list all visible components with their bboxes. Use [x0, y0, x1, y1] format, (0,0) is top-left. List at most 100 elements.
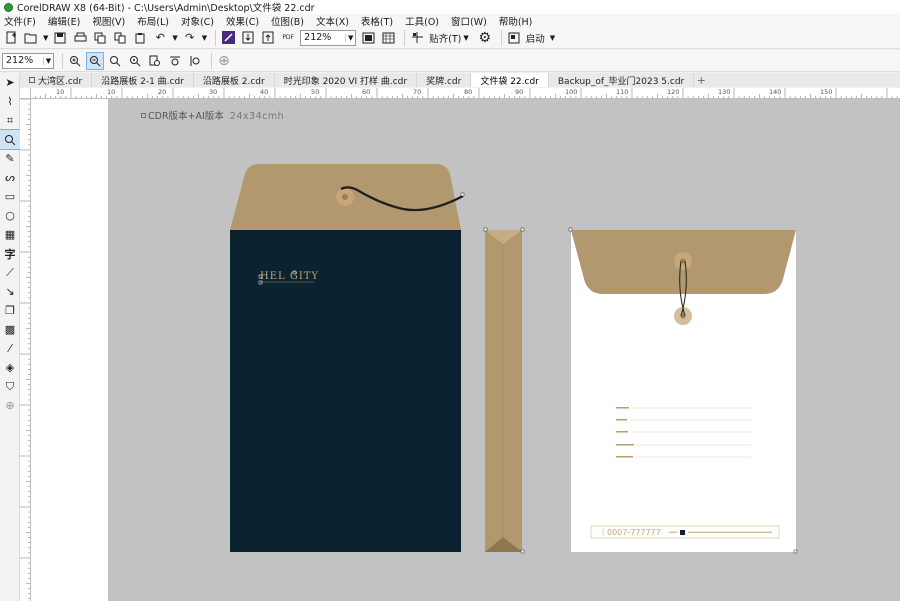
shape-tool-icon[interactable]: ⌇: [0, 92, 20, 111]
chevron-down-icon: ▼: [463, 33, 469, 42]
tab-wenjiandai-22[interactable]: 文件袋 22.cdr: [471, 73, 549, 87]
envelope-gusset[interactable]: [483, 227, 525, 554]
launch-label: 启动: [525, 33, 545, 45]
new-tab-plus-icon[interactable]: +: [694, 73, 708, 87]
crop-tool-icon[interactable]: ⌗: [0, 111, 20, 130]
menu-bitmaps[interactable]: 位图(B): [271, 14, 304, 28]
tab-yanlu-2-1[interactable]: 沿路展板 2-1 曲.cdr: [92, 73, 194, 87]
snap-to-button[interactable]: 贴齐(T) ▼: [429, 31, 469, 45]
menu-table[interactable]: 表格(T): [361, 14, 393, 28]
tab-jiangpai[interactable]: 奖牌.cdr: [417, 73, 472, 87]
tab-backup-biyemen[interactable]: Backup_of_毕业门2023 5.cdr: [549, 73, 695, 87]
artistic-media-tool-icon[interactable]: ᔕ: [0, 168, 20, 187]
smart-fill-tool-icon[interactable]: ⛉: [0, 377, 20, 396]
cut-icon[interactable]: [92, 30, 108, 46]
menu-window[interactable]: 窗口(W): [451, 14, 487, 28]
full-screen-preview-icon[interactable]: [360, 30, 376, 46]
tab-dawanqu[interactable]: 大湾区.cdr: [20, 73, 93, 87]
zoom-level-value: 212%: [304, 32, 332, 43]
menu-text[interactable]: 文本(X): [316, 14, 349, 28]
zoom-to-all-objects-icon[interactable]: [127, 53, 143, 69]
open-folder-icon[interactable]: [23, 30, 39, 46]
ruler-label: 40: [260, 88, 269, 96]
zoom-level-select[interactable]: 212% ▼: [300, 29, 357, 46]
zoom-to-selected-icon[interactable]: [107, 53, 123, 69]
add-plus-icon[interactable]: ⊕: [216, 53, 232, 69]
selection-handle[interactable]: [568, 227, 573, 232]
envelope-front[interactable]: HEL GITY: [230, 164, 465, 552]
add-tool-plus-icon[interactable]: ⊕: [0, 396, 20, 415]
ruler-label: 10: [56, 88, 65, 96]
redo-icon[interactable]: ↷: [182, 30, 198, 46]
menu-effects[interactable]: 效果(C): [226, 14, 259, 28]
zoom-in-icon[interactable]: [67, 53, 83, 69]
pdf-label: PDF: [282, 33, 295, 41]
ruler-label: 60: [362, 88, 371, 96]
brand-name: HEL GITY: [260, 271, 319, 282]
text-tool-icon[interactable]: 字: [0, 244, 20, 263]
property-zoom-select[interactable]: 212% ▼: [2, 52, 54, 69]
transparency-tool-icon[interactable]: ▩: [0, 320, 20, 339]
application-launcher-icon[interactable]: [506, 30, 522, 46]
drop-shadow-tool-icon[interactable]: ❐: [0, 301, 20, 320]
selection-handle[interactable]: [460, 192, 465, 197]
chevron-down-icon: ▼: [43, 56, 53, 65]
rectangle-tool-icon[interactable]: ▭: [0, 187, 20, 206]
show-rulers-icon[interactable]: [380, 30, 396, 46]
ruler-origin[interactable]: [20, 88, 31, 99]
tab-yanlu-2[interactable]: 沿路展板 2.cdr: [194, 73, 275, 87]
tab-label: 时光印象 2020 VI 打样 曲.cdr: [283, 76, 408, 87]
tab-label: 沿路展板 2.cdr: [202, 76, 265, 87]
import-icon[interactable]: [240, 30, 256, 46]
options-gear-icon[interactable]: ⚙: [477, 30, 493, 46]
tab-shiguang-2020[interactable]: 时光印象 2020 VI 打样 曲.cdr: [275, 73, 418, 87]
ellipse-tool-icon[interactable]: ○: [0, 206, 20, 225]
show-grid-icon[interactable]: [409, 30, 425, 46]
export-icon[interactable]: [260, 30, 276, 46]
polygon-tool-icon[interactable]: ▦: [0, 225, 20, 244]
toolbar-divider: [500, 29, 502, 46]
vertical-ruler[interactable]: [20, 99, 31, 601]
selection-handle[interactable]: [520, 227, 525, 232]
new-document-icon[interactable]: [3, 30, 19, 46]
open-dropdown-arrow-icon[interactable]: ▼: [43, 34, 48, 42]
ruler-label: 130: [718, 88, 731, 96]
menu-edit[interactable]: 编辑(E): [48, 14, 80, 28]
interactive-fill-tool-icon[interactable]: ◈: [0, 358, 20, 377]
selection-handle[interactable]: [520, 549, 525, 554]
menu-layout[interactable]: 布局(L): [137, 14, 169, 28]
drawing-canvas[interactable]: CDR版本+AI版本 24x34cmh HEL GITY 0007-777777: [31, 99, 900, 601]
menu-object[interactable]: 对象(C): [181, 14, 214, 28]
zoom-to-page-height-icon[interactable]: [187, 53, 203, 69]
envelope-back[interactable]: 0007-777777: [568, 227, 798, 554]
zoom-to-page-width-icon[interactable]: [167, 53, 183, 69]
freehand-tool-icon[interactable]: ✎: [0, 149, 20, 168]
paste-icon[interactable]: [132, 30, 148, 46]
document-tab-icon: [29, 77, 35, 83]
pick-tool-icon[interactable]: ➤: [0, 73, 20, 92]
launch-button[interactable]: 启动 ▼: [526, 31, 555, 45]
selection-handle[interactable]: [483, 227, 488, 232]
selection-handle[interactable]: [793, 549, 798, 554]
print-icon[interactable]: [72, 30, 88, 46]
parallel-dimension-tool-icon[interactable]: ⟋: [0, 263, 20, 282]
eyedropper-tool-icon[interactable]: ⁄: [0, 339, 20, 358]
menu-tools[interactable]: 工具(O): [405, 14, 439, 28]
zoom-tool-icon[interactable]: [0, 129, 21, 150]
menu-view[interactable]: 视图(V): [92, 14, 125, 28]
search-content-icon[interactable]: [220, 30, 236, 46]
undo-dropdown-arrow-icon[interactable]: ▼: [172, 34, 177, 42]
menu-help[interactable]: 帮助(H): [499, 14, 533, 28]
tab-label: 大湾区.cdr: [38, 76, 83, 87]
design-artwork: HEL GITY 0007-777777: [230, 164, 798, 554]
zoom-to-page-icon[interactable]: [147, 53, 163, 69]
redo-dropdown-arrow-icon[interactable]: ▼: [202, 34, 207, 42]
copy-icon[interactable]: [112, 30, 128, 46]
connector-tool-icon[interactable]: ↘: [0, 282, 20, 301]
horizontal-ruler[interactable]: 10 0 10 20 30 40 50 60 70 80 90 100 110 …: [20, 88, 900, 99]
save-icon[interactable]: [52, 30, 68, 46]
zoom-out-icon[interactable]: [86, 51, 104, 70]
publish-pdf-icon[interactable]: PDF: [280, 30, 296, 46]
menu-file[interactable]: 文件(F): [4, 14, 36, 28]
undo-icon[interactable]: ↶: [152, 30, 168, 46]
